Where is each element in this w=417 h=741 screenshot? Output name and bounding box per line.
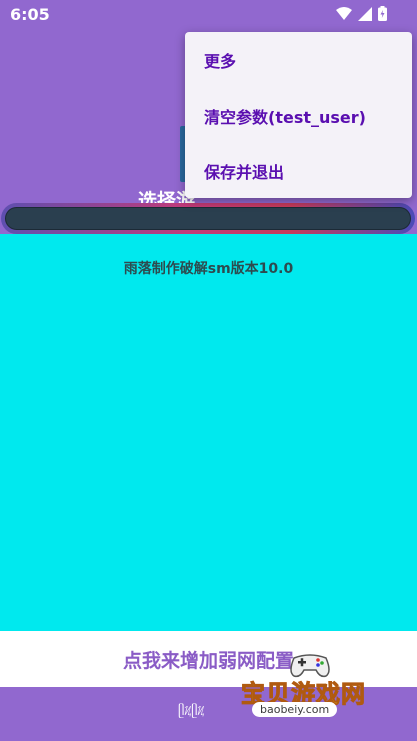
content-area: 雨落制作破解sm版本10.0 — [0, 234, 417, 631]
signal-icon — [358, 6, 372, 21]
config-input[interactable] — [5, 207, 411, 230]
menu-item-save-exit[interactable]: 保存并退出 — [185, 143, 412, 198]
input-container — [1, 203, 415, 234]
menu-item-clear-params[interactable]: 清空参数(test_user) — [185, 88, 412, 143]
status-bar: 6:05 — [0, 0, 417, 28]
battery-icon — [378, 6, 387, 21]
watermark-url: baobeiy.com — [252, 702, 338, 717]
watermark-coil: ᥫᜰᥫᜰ — [178, 704, 205, 719]
version-text: 雨落制作破解sm版本10.0 — [123, 261, 294, 277]
wifi-icon — [336, 6, 352, 21]
overflow-menu: 更多 清空参数(test_user) 保存并退出 — [185, 32, 412, 198]
status-time: 6:05 — [10, 5, 50, 24]
watermark: 宝贝游戏网 baobeiy.com ᥫᜰᥫᜰ — [178, 650, 388, 740]
menu-item-more[interactable]: 更多 — [185, 32, 412, 87]
status-icons — [336, 6, 387, 21]
